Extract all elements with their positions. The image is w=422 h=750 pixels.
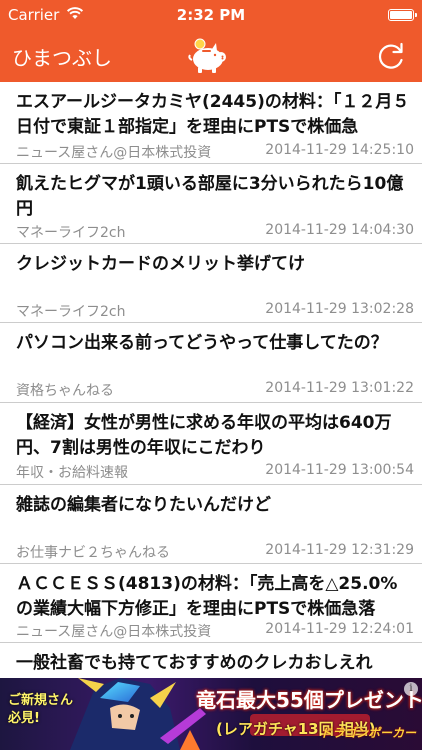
article-source: マネーライフ2ch xyxy=(16,304,126,320)
article-row[interactable]: 雑誌の編集者になりたいんだけど お仕事ナビ２ちゃんねる 2014-11-29 1… xyxy=(0,485,422,564)
article-source: マネーライフ2ch xyxy=(16,225,126,241)
refresh-icon[interactable] xyxy=(374,39,408,73)
clock: 2:32 PM xyxy=(176,6,246,24)
article-title: 雑誌の編集者になりたいんだけど xyxy=(16,495,271,515)
article-date: 2014-11-29 13:02:28 xyxy=(265,301,414,317)
article-source: お仕事ナビ２ちゃんねる xyxy=(16,545,170,561)
article-title: クレジットカードのメリット挙げてけ xyxy=(16,254,305,274)
ad-left-text: ご新規さん 必見! xyxy=(8,692,73,728)
ad-headline: 竜石最大55個プレゼント!! xyxy=(196,688,422,712)
article-title: エスアールジータカミヤ(2445)の材料：「１２月５日付で東証１部指定」を理由に… xyxy=(16,92,410,137)
article-row[interactable]: 飢えたヒグマが1頭いる部屋に3分いられたら10億円 マネーライフ2ch 2014… xyxy=(0,164,422,244)
battery-icon xyxy=(388,9,417,21)
article-title: ＡＣＣＥＳＳ(4813)の材料：「売上高を△25.0%の業績大幅下方修正」を理由… xyxy=(16,574,398,619)
article-row[interactable]: ＡＣＣＥＳＳ(4813)の材料：「売上高を△25.0%の業績大幅下方修正」を理由… xyxy=(0,564,422,643)
article-title: 一般社畜でも持てておすすめのクレカおしえれ xyxy=(16,653,373,673)
ad-game-logo: ドラゴンポーカー xyxy=(319,726,416,740)
article-row[interactable]: 【経済】女性が男性に求める年収の平均は640万円、7割は男性の年収にこだわり 年… xyxy=(0,403,422,485)
status-bar: Carrier 2:32 PM xyxy=(0,0,422,30)
ad-left-line1: ご新規さん xyxy=(8,693,74,708)
article-title: パソコン出来る前ってどうやって仕事してたの？ xyxy=(16,333,388,353)
article-row[interactable]: パソコン出来る前ってどうやって仕事してたの？ 資格ちゃんねる 2014-11-2… xyxy=(0,323,422,403)
article-date: 2014-11-29 14:04:30 xyxy=(265,222,414,238)
article-source: 資格ちゃんねる xyxy=(16,383,114,399)
article-date: 2014-11-29 12:31:29 xyxy=(265,542,414,558)
app-title: ひまつぶし xyxy=(12,46,112,70)
article-source: 年収・お給料速報 xyxy=(16,465,128,481)
ad-banner[interactable]: ご新規さん 必見! 竜石最大55個プレゼント!! (レアガチャ13回 相当) ド… xyxy=(0,678,422,750)
article-row[interactable]: エスアールジータカミヤ(2445)の材料：「１２月５日付で東証１部指定」を理由に… xyxy=(0,82,422,164)
ad-left-line2: 必見! xyxy=(8,711,40,726)
piggy-bank-icon xyxy=(188,38,226,73)
article-list[interactable]: エスアールジータカミヤ(2445)の材料：「１２月５日付で東証１部指定」を理由に… xyxy=(0,82,422,678)
article-source: ニュース屋さん@日本株式投資 xyxy=(16,145,212,161)
article-title: 飢えたヒグマが1頭いる部屋に3分いられたら10億円 xyxy=(16,174,404,219)
article-title: 【経済】女性が男性に求める年収の平均は640万円、7割は男性の年収にこだわり xyxy=(16,413,392,458)
info-icon[interactable]: i xyxy=(404,682,418,696)
article-row[interactable]: 一般社畜でも持てておすすめのクレカおしえれ xyxy=(0,643,422,678)
article-row[interactable]: クレジットカードのメリット挙げてけ マネーライフ2ch 2014-11-29 1… xyxy=(0,244,422,323)
article-date: 2014-11-29 13:01:22 xyxy=(265,380,414,396)
nav-bar: ひまつぶし xyxy=(0,30,422,82)
article-date: 2014-11-29 12:24:01 xyxy=(265,621,414,637)
article-source: ニュース屋さん@日本株式投資 xyxy=(16,624,212,640)
article-date: 2014-11-29 14:25:10 xyxy=(265,142,414,158)
article-date: 2014-11-29 13:00:54 xyxy=(265,462,414,478)
